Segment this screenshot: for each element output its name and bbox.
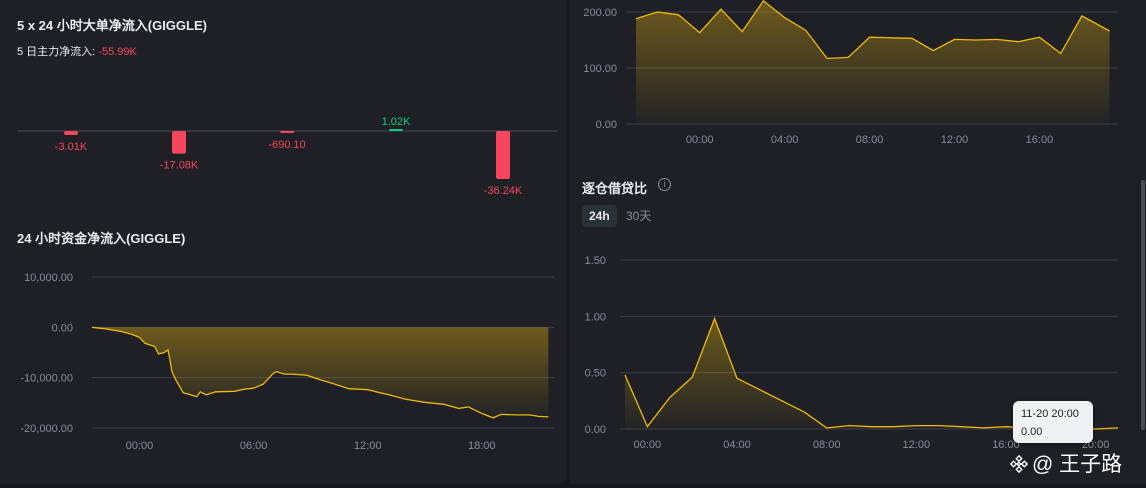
big-order-title: 5 x 24 小时大单净流入(GIGGLE) [17,18,207,33]
x-tick-label: 18:00 [468,440,496,452]
x-tick-label: 00:00 [634,439,662,450]
bar [172,131,186,154]
watermark-text: @ 王子路 [1032,453,1123,476]
watermark: @ 王子路 [1010,448,1122,478]
big-order-bar-chart: -3.01K -17.08K -690.10 1.02K -36.24K [17,116,557,197]
y-tick-label: 0.00 [52,322,73,334]
y-tick-label: 1.50 [585,255,606,267]
y-tick-label: -20,000.00 [20,423,73,435]
area-fill [636,0,1110,124]
bar-value-label: -17.08K [160,160,199,172]
y-tick-label: 10,000.00 [24,272,73,284]
bar [280,131,294,133]
binance-logo-icon [1010,455,1028,473]
info-icon[interactable]: i [658,178,671,191]
bar-value-label: -36.24K [484,185,523,197]
y-tick-label: 1.00 [585,311,606,323]
top-area-chart: 200.00 100.00 0.00 00:00 04:00 08:00 12:00 16:0… [583,0,1118,146]
x-tick-label: 12:00 [903,439,931,450]
tooltip-value: 0.00 [1021,426,1043,438]
five-day-net-inflow: 5 日主力净流入: -55.99K [17,43,137,59]
bar [389,129,403,131]
margin-ratio-title: 逐仓借贷比 [582,181,648,196]
y-tick-label: 0.00 [585,424,606,436]
tooltip-time: 11-20 20:00 [1021,408,1079,420]
five-day-label: 5 日主力净流入: [17,46,96,58]
x-tick-label: 12:00 [354,440,382,452]
tab-30d[interactable]: 30天 [619,205,658,227]
bar-value-label: -690.10 [268,139,305,151]
bar [64,131,78,135]
net-flow-title: 24 小时资金净流入(GIGGLE) [17,231,186,246]
y-tick-label: 100.00 [583,63,617,75]
x-tick-label: 08:00 [813,439,841,450]
y-tick-label: 0.00 [596,119,617,131]
bar-value-label: -3.01K [55,141,88,153]
x-tick-label: 04:00 [723,439,751,450]
area-fill [92,327,549,418]
y-tick-label: -10,000.00 [20,373,73,385]
net-flow-area-chart: 10,000.00 0.00 -10,000.00 -20,000.00 00:00 06… [20,272,554,452]
bar-value-label: 1.02K [382,116,411,128]
left-panel: 5 x 24 小时大单净流入(GIGGLE) 5 日主力净流入: -55.99K… [0,0,566,484]
x-tick-label: 12:00 [941,134,969,146]
tab-24h[interactable]: 24h [582,205,617,227]
five-day-value: -55.99K [98,46,137,58]
x-tick-label: 00:00 [126,440,154,452]
bar [496,131,510,179]
y-tick-label: 200.00 [583,7,617,19]
x-tick-label: 08:00 [856,134,884,146]
x-tick-label: 00:00 [686,134,714,146]
x-tick-label: 06:00 [240,440,268,452]
x-tick-label: 16:00 [1026,134,1054,146]
chart-tooltip: 11-20 20:00 0.00 [1013,401,1093,443]
page-scrollbar[interactable] [1141,180,1145,430]
y-tick-label: 0.50 [585,368,606,380]
x-tick-label: 04:00 [771,134,799,146]
